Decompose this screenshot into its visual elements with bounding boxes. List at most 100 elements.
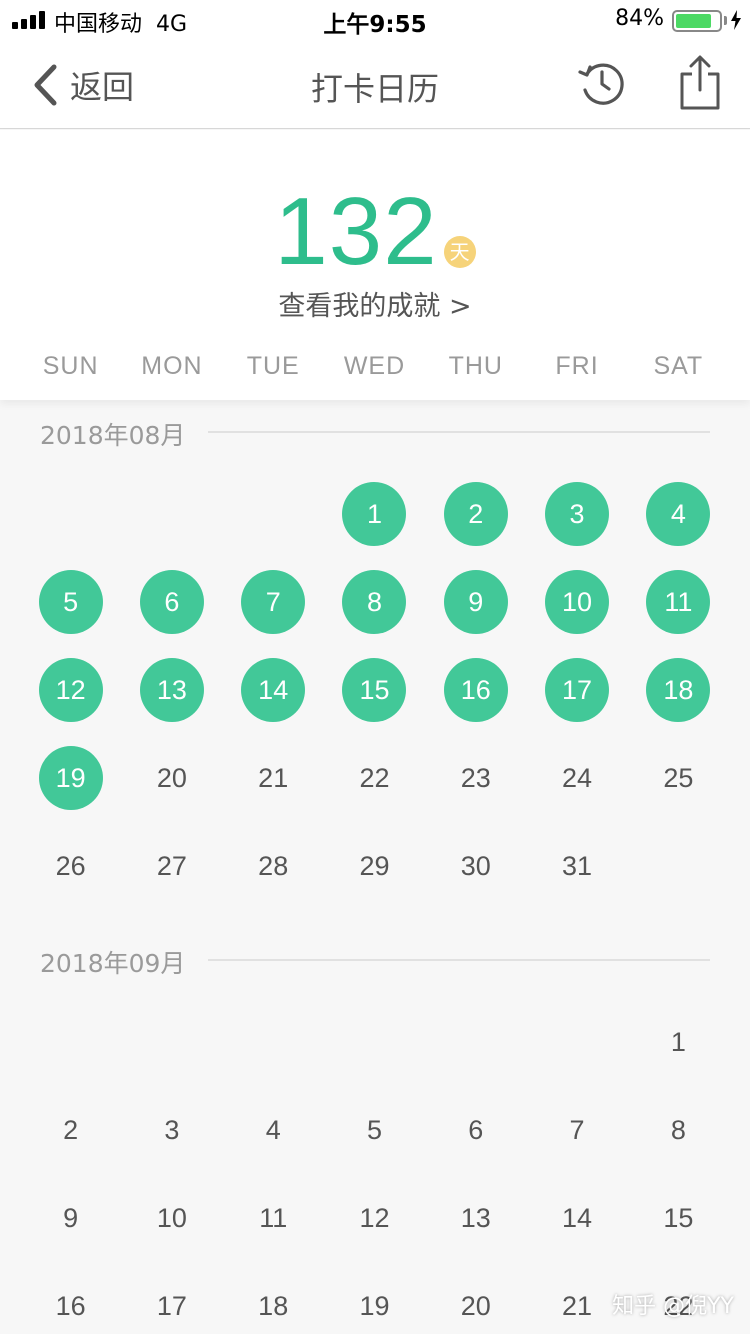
weekday-tue: TUE	[246, 352, 300, 380]
day-cell[interactable]: 13	[121, 646, 222, 734]
battery-cap	[724, 16, 727, 25]
day-cell[interactable]: 28	[223, 822, 324, 910]
day-cell[interactable]: 18	[223, 1262, 324, 1334]
checkin-days-count: 132	[274, 178, 438, 285]
weekday-sat: SAT	[653, 352, 704, 380]
day-cell[interactable]: 16	[20, 1262, 121, 1334]
day-cell[interactable]: 29	[324, 822, 425, 910]
page-title: 打卡日历	[310, 70, 439, 108]
empty-cell	[20, 470, 121, 558]
empty-cell	[223, 470, 324, 558]
day-cell[interactable]: 17	[121, 1262, 222, 1334]
day-cell[interactable]: 12	[20, 646, 121, 734]
day-cell[interactable]: 19	[324, 1262, 425, 1334]
day-cell[interactable]: 5	[20, 558, 121, 646]
weekday-fri: FRI	[555, 352, 599, 380]
month-spacer	[0, 910, 750, 928]
day-number: 21	[562, 1290, 593, 1321]
day-cell[interactable]: 26	[20, 822, 121, 910]
day-cell[interactable]: 20	[121, 734, 222, 822]
view-achievements-link[interactable]: 查看我的成就 >	[0, 284, 750, 323]
day-number: 19	[359, 1290, 390, 1321]
day-cell[interactable]: 27	[121, 822, 222, 910]
day-cell[interactable]: 15	[628, 1174, 729, 1262]
day-cell[interactable]: 6	[425, 1086, 526, 1174]
day-cell[interactable]: 24	[526, 734, 627, 822]
day-cell[interactable]: 5	[324, 1086, 425, 1174]
day-cell[interactable]: 8	[324, 558, 425, 646]
day-cell[interactable]: 13	[425, 1174, 526, 1262]
day-number: 12	[359, 1202, 390, 1233]
day-cell[interactable]: 30	[425, 822, 526, 910]
day-cell[interactable]: 7	[223, 558, 324, 646]
calendar: 2018年08月 1 2 3 4 5 6 7 8 9 10 11 12 13 14 15 16 17 18 19 20 2…	[0, 400, 750, 1334]
day-number: 5	[366, 1114, 382, 1145]
day-cell[interactable]: 23	[425, 734, 526, 822]
weekday-sun: SUN	[42, 352, 99, 380]
checked-day: 9	[443, 570, 508, 634]
day-cell[interactable]: 16	[425, 646, 526, 734]
streak-display: 132 天	[0, 172, 750, 282]
days-unit-badge: 天	[443, 236, 476, 268]
weekday-thu: THU	[448, 352, 503, 380]
checked-day: 3	[545, 482, 610, 546]
month-title: 2018年09月	[40, 944, 200, 980]
day-cell[interactable]: 10	[526, 558, 627, 646]
day-cell[interactable]: 2	[425, 470, 526, 558]
day-cell[interactable]: 2	[20, 1086, 121, 1174]
day-cell[interactable]: 14	[526, 1174, 627, 1262]
month-divider	[208, 431, 710, 433]
day-cell[interactable]: 17	[526, 646, 627, 734]
checked-day: 18	[646, 658, 711, 722]
history-icon[interactable]	[576, 58, 626, 108]
day-number: 9	[63, 1202, 79, 1233]
day-number: 4	[265, 1114, 281, 1145]
day-cell[interactable]: 3	[526, 470, 627, 558]
month-title: 2018年08月	[40, 416, 200, 452]
day-cell[interactable]: 11	[223, 1174, 324, 1262]
day-cell[interactable]: 4	[628, 470, 729, 558]
day-cell[interactable]: 20	[425, 1262, 526, 1334]
checked-day: 12	[38, 658, 103, 722]
day-cell[interactable]: 7	[526, 1086, 627, 1174]
month-grid: 1 2 3 4 5 6 7 8 9 10 11 12 13 14 15 16 17 18 19 20 21 22 23 24 2…	[20, 470, 729, 910]
day-number: 11	[259, 1202, 288, 1233]
day-cell[interactable]: 6	[121, 558, 222, 646]
day-cell[interactable]: 11	[628, 558, 729, 646]
empty-cell	[425, 998, 526, 1086]
day-cell[interactable]: 1	[628, 998, 729, 1086]
day-number: 25	[663, 762, 694, 793]
day-cell[interactable]: 14	[223, 646, 324, 734]
day-cell[interactable]: 19	[20, 734, 121, 822]
checked-day: 7	[241, 570, 306, 634]
day-cell[interactable]: 9	[20, 1174, 121, 1262]
status-bar: 中国移动 4G 上午9:55 84%	[0, 0, 750, 40]
day-cell[interactable]: 25	[628, 734, 729, 822]
day-cell[interactable]: 9	[425, 558, 526, 646]
empty-cell	[223, 998, 324, 1086]
share-icon[interactable]	[678, 54, 722, 112]
weekday-mon: MON	[141, 352, 203, 380]
day-cell[interactable]: 12	[324, 1174, 425, 1262]
month-grid: 1 2 3 4 5 6 7 8 9 10 11 12 13 14 15 16 17 18 19 20 21 22	[20, 998, 729, 1334]
day-cell[interactable]: 18	[628, 646, 729, 734]
day-number: 20	[460, 1290, 491, 1321]
checked-day: 17	[545, 658, 610, 722]
day-number: 8	[670, 1114, 686, 1145]
empty-cell	[20, 998, 121, 1086]
day-number: 29	[359, 850, 390, 881]
checked-day: 10	[545, 570, 610, 634]
day-cell[interactable]: 31	[526, 822, 627, 910]
day-cell[interactable]: 8	[628, 1086, 729, 1174]
checked-day: 15	[342, 658, 407, 722]
checked-day: 13	[139, 658, 204, 722]
day-cell[interactable]: 3	[121, 1086, 222, 1174]
day-cell[interactable]: 15	[324, 646, 425, 734]
day-number: 20	[156, 762, 187, 793]
day-cell[interactable]: 22	[324, 734, 425, 822]
day-cell[interactable]: 4	[223, 1086, 324, 1174]
day-cell[interactable]: 21	[223, 734, 324, 822]
watermark: 知乎 @倪YY	[612, 1294, 734, 1319]
day-cell[interactable]: 1	[324, 470, 425, 558]
day-cell[interactable]: 10	[121, 1174, 222, 1262]
